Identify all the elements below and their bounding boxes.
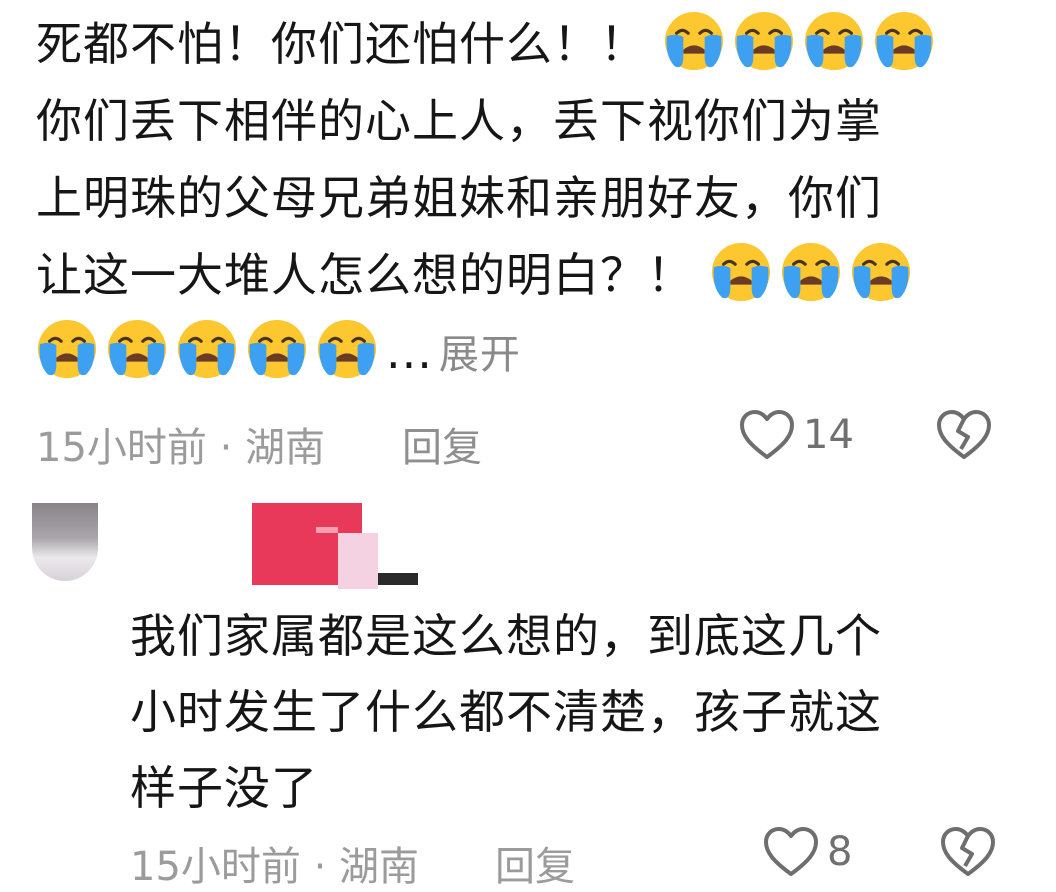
like-count: 8 [827, 829, 853, 875]
comment-text-line: 死都不怕！你们还怕什么！！ [36, 17, 647, 71]
reply-comment-meta: 15小时前 · 湖南 回复 8 [130, 826, 1010, 890]
comment-text-line: 让这一大堆人怎么想的明白？！ [36, 248, 694, 302]
comment-line: 死都不怕！你们还怕什么！！ [36, 6, 996, 83]
comment-line: ... 展开 [36, 314, 996, 394]
crying-face-icon [850, 241, 912, 303]
crying-face-icon [316, 318, 378, 380]
crying-face-icon [246, 318, 308, 380]
dislike-button[interactable] [940, 826, 996, 888]
crying-face-icon [176, 318, 238, 380]
crying-face-icon [106, 318, 168, 380]
heart-icon [764, 827, 818, 876]
username-blurred[interactable] [252, 503, 422, 593]
ellipsis: ... [386, 325, 433, 379]
reply-comment-body: 我们家属都是这么想的，到底这几个 小时发生了什么都不清楚，孩子就这 样子没了 [130, 598, 980, 826]
crying-face-icon [780, 241, 842, 303]
comment-line: 样子没了 [130, 761, 318, 815]
like-button[interactable]: 8 [763, 826, 852, 878]
comment-line: 让这一大堆人怎么想的明白？！ [36, 237, 996, 314]
crying-face-icon [663, 10, 725, 72]
avatar[interactable] [32, 503, 98, 581]
crying-face-icon [710, 241, 772, 303]
broken-heart-icon [941, 827, 995, 876]
comment-time-location: 15小时前 · 湖南 [130, 844, 420, 890]
comment-line: 小时发生了什么都不清楚，孩子就这 [130, 685, 882, 739]
comment-time-location: 15小时前 · 湖南 [36, 425, 326, 471]
comment-body: 死都不怕！你们还怕什么！！ 你们丢下相伴的心上人，丢下视你们为掌 上明珠的父母兄… [36, 6, 996, 394]
comment-line: 我们家属都是这么想的，到底这几个 [130, 609, 882, 663]
crying-face-icon [803, 10, 865, 72]
comment-line: 你们丢下相伴的心上人，丢下视你们为掌 [36, 94, 882, 148]
broken-heart-icon [937, 410, 991, 459]
like-button[interactable]: 14 [739, 409, 854, 461]
crying-face-icon [873, 10, 935, 72]
crying-face-icon [733, 10, 795, 72]
dislike-button[interactable] [936, 409, 992, 471]
expand-button[interactable]: 展开 [439, 332, 521, 378]
crying-face-icon [36, 318, 98, 380]
reply-button[interactable]: 回复 [495, 834, 575, 892]
comment-meta: 15小时前 · 湖南 回复 14 [36, 405, 996, 475]
comment-line: 上明珠的父母兄弟姐妹和亲朋好友，你们 [36, 171, 882, 225]
heart-icon [740, 410, 794, 459]
reply-button[interactable]: 回复 [402, 415, 482, 473]
like-count: 14 [803, 412, 854, 458]
